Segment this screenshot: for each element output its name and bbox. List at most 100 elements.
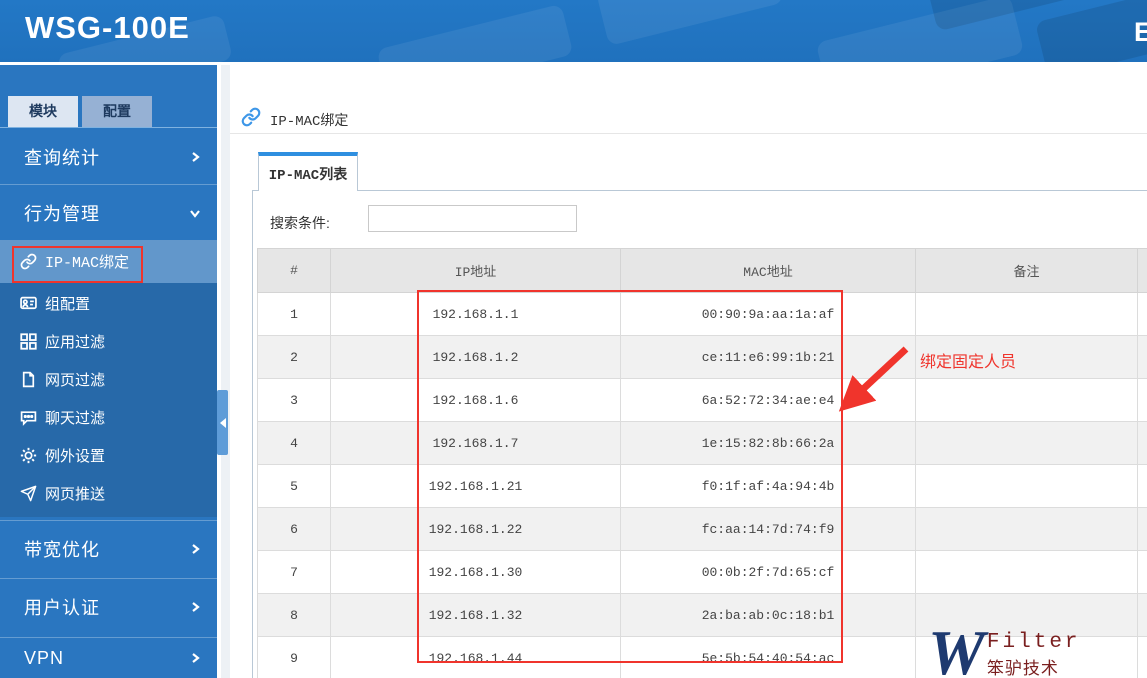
cell-num: 9: [257, 636, 331, 678]
breadcrumb-divider: [230, 133, 1147, 134]
cell-note: [915, 550, 1138, 594]
page-icon: [20, 371, 37, 388]
watermark-w-logo: W: [928, 617, 985, 678]
cell-ip: 192.168.1.44: [330, 636, 621, 678]
ip-mac-table: # IP地址 MAC地址 备注 1 192.168.1.1 00:90:9a:aa:…: [257, 248, 1147, 678]
sidebar-item-exception-settings[interactable]: 例外设置: [0, 436, 217, 474]
sidebar-group-label: 查询统计: [24, 147, 100, 168]
sidebar-group-query-stats[interactable]: 查询统计: [0, 130, 217, 183]
cell-extra: [1137, 378, 1147, 422]
chevron-right-icon: [189, 601, 201, 613]
cell-mac: ce:11:e6:99:1b:21: [620, 335, 916, 379]
sidebar-group-user-auth[interactable]: 用户认证: [0, 578, 217, 635]
sidebar-group-bandwidth[interactable]: 带宽优化: [0, 520, 217, 576]
annotation-text: 绑定固定人员: [920, 354, 1017, 371]
sidebar-group-label: 带宽优化: [24, 539, 100, 560]
cell-num: 1: [257, 292, 331, 336]
cell-ip: 192.168.1.7: [330, 421, 621, 465]
sidebar-collapse-handle[interactable]: [217, 390, 228, 455]
cell-ip: 192.168.1.32: [330, 593, 621, 637]
keyboard-texture: [376, 3, 574, 62]
cell-num: 6: [257, 507, 331, 551]
sidebar-item-label: 组配置: [45, 295, 91, 313]
sidebar-item-web-push[interactable]: 网页推送: [0, 474, 217, 512]
watermark-cn: 笨驴技术: [986, 661, 1059, 678]
panel-top-border: [252, 190, 1147, 191]
header-right-partial-text: E: [1134, 17, 1147, 47]
table-row: 4 192.168.1.7 1e:15:82:8b:66:2a: [257, 421, 1147, 465]
watermark: W Filter 笨驴技术: [928, 617, 1081, 678]
sidebar-tabs-underline: [0, 127, 217, 128]
send-icon: [20, 485, 37, 502]
cell-extra: [1137, 335, 1147, 379]
col-header-num: #: [257, 248, 331, 293]
chevron-right-icon: [189, 652, 201, 664]
sidebar-item-label: 例外设置: [45, 447, 106, 465]
col-header-mac: MAC地址: [620, 248, 916, 293]
sidebar-item-chat-filter[interactable]: 聊天过滤: [0, 398, 217, 436]
cell-note: [915, 507, 1138, 551]
sidebar-tab-config[interactable]: 配置: [82, 96, 152, 127]
cell-note: [915, 464, 1138, 508]
sidebar-item-group-config[interactable]: 组配置: [0, 284, 217, 322]
device-title: WSG-100E: [25, 10, 190, 45]
cell-extra: [1137, 593, 1147, 637]
sidebar-group-label: VPN: [24, 647, 65, 668]
cell-extra: [1137, 636, 1147, 678]
sidebar-group-vpn[interactable]: VPN: [0, 637, 217, 678]
cell-mac: 2a:ba:ab:0c:18:b1: [620, 593, 916, 637]
cell-mac: f0:1f:af:4a:94:4b: [620, 464, 916, 508]
chat-icon: [20, 409, 37, 426]
cell-mac: 00:90:9a:aa:1a:af: [620, 292, 916, 336]
link-icon: [241, 107, 261, 127]
sidebar-tab-modules[interactable]: 模块: [8, 96, 78, 127]
chevron-right-icon: [189, 543, 201, 555]
table-row: 5 192.168.1.21 f0:1f:af:4a:94:4b: [257, 464, 1147, 508]
sidebar-group-label: 用户认证: [24, 598, 100, 618]
cell-mac: 6a:52:72:34:ae:e4: [620, 378, 916, 422]
sidebar-item-ip-mac-binding[interactable]: IP-MAC绑定: [0, 240, 217, 283]
col-header-extra: [1137, 248, 1147, 293]
screen: WSG-100E E 模块 配置 查询统计 行为管理 IP-MAC绑定 组配置 …: [0, 0, 1147, 678]
cell-ip: 192.168.1.22: [330, 507, 621, 551]
keyboard-texture: [596, 0, 784, 46]
panel-left-border: [252, 190, 253, 678]
gear-icon: [20, 447, 37, 464]
cell-mac: 1e:15:82:8b:66:2a: [620, 421, 916, 465]
sidebar-group-label: 行为管理: [24, 203, 100, 224]
table-row: 6 192.168.1.22 fc:aa:14:7d:74:f9: [257, 507, 1147, 551]
cell-extra: [1137, 421, 1147, 465]
cell-num: 7: [257, 550, 331, 594]
group-icon: [20, 295, 37, 312]
keyboard-texture: [1034, 0, 1147, 62]
col-header-note: 备注: [915, 248, 1138, 293]
cell-ip: 192.168.1.2: [330, 335, 621, 379]
grid-icon: [20, 332, 37, 350]
cell-mac: 00:0b:2f:7d:65:cf: [620, 550, 916, 594]
search-input[interactable]: [368, 205, 577, 232]
main-content: IP-MAC绑定 IP-MAC列表 搜索条件: # IP地址 MAC地址 备注: [230, 65, 1147, 678]
cell-note: [915, 378, 1138, 422]
breadcrumb: IP-MAC绑定: [270, 114, 349, 130]
cell-ip: 192.168.1.6: [330, 378, 621, 422]
cell-ip: 192.168.1.1: [330, 292, 621, 336]
table-header-row: # IP地址 MAC地址 备注: [257, 248, 1147, 293]
col-header-ip: IP地址: [330, 248, 621, 293]
cell-ip: 192.168.1.21: [330, 464, 621, 508]
app-header: WSG-100E E: [0, 0, 1147, 62]
cell-extra: [1137, 464, 1147, 508]
cell-num: 4: [257, 421, 331, 465]
sidebar-item-app-filter[interactable]: 应用过滤: [0, 322, 217, 360]
sidebar-item-label: 聊天过滤: [45, 409, 106, 427]
sidebar-item-web-filter[interactable]: 网页过滤: [0, 360, 217, 398]
chevron-right-icon: [189, 151, 201, 163]
sidebar-group-behavior-mgmt[interactable]: 行为管理: [0, 184, 217, 240]
link-icon: [20, 253, 37, 270]
cell-mac: fc:aa:14:7d:74:f9: [620, 507, 916, 551]
tab-ip-mac-list[interactable]: IP-MAC列表: [258, 152, 358, 191]
search-label: 搜索条件:: [270, 215, 330, 231]
chevron-down-icon: [189, 207, 201, 219]
table-wrapper: # IP地址 MAC地址 备注 1 192.168.1.1 00:90:9a:aa:…: [257, 248, 1147, 678]
cell-extra: [1137, 550, 1147, 594]
table-row: 3 192.168.1.6 6a:52:72:34:ae:e4: [257, 378, 1147, 422]
